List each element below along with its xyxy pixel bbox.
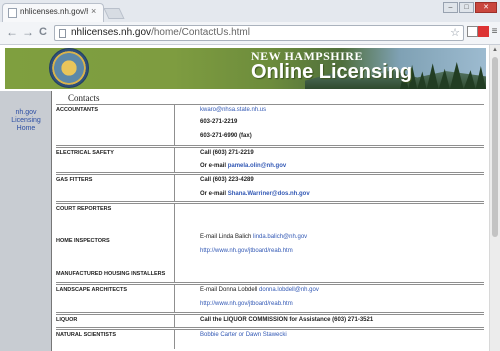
contact-row-gas-fitters: GAS FITTERS Call (603) 223-4289 Or e-mai… [56, 174, 484, 202]
back-button[interactable]: ← [6, 26, 18, 39]
gas-email-line: Or e-mail Shana.Warriner@dos.nh.gov [200, 191, 310, 197]
gas-email-link[interactable]: Shana.Warriner@dos.nh.gov [228, 191, 310, 197]
landscape-email-link[interactable]: donna.lobdell@nh.gov [259, 287, 319, 293]
contact-row-landscape-architects: LANDSCAPE ARCHITECTS E-mail Donna Lobdel… [56, 284, 484, 313]
bookmark-star-icon[interactable]: ☆ [450, 26, 460, 39]
joint-board-url-link[interactable]: http://www.nh.gov/jtboard/reab.htm [200, 248, 293, 254]
page-viewport: NEW HAMPSHIRE Online Licensing nh.gov Li… [0, 45, 489, 351]
electrical-email-link[interactable]: pamela.olin@nh.gov [228, 163, 287, 169]
page-icon [59, 29, 66, 38]
address-bar[interactable]: nhlicenses.nh.gov/home/ContactUs.html ☆ [54, 25, 464, 41]
page-favicon-icon [8, 8, 17, 18]
accountants-email-link[interactable]: kwaro@nhsa.state.nh.us [200, 107, 266, 113]
scrollbar-thumb[interactable] [492, 57, 498, 237]
forward-button[interactable]: → [22, 26, 34, 39]
banner-site-title: Online Licensing [251, 61, 413, 83]
nh-state-seal-logo [49, 48, 89, 88]
licensing-home-link[interactable]: nh.gov Licensing Home [4, 109, 48, 133]
browser-toolbar: ← → C nhlicenses.nh.gov/home/ContactUs.h… [0, 22, 500, 44]
category-label: COURT REPORTERS [56, 206, 112, 212]
site-banner: NEW HAMPSHIRE Online Licensing [5, 48, 486, 89]
electrical-email-line: Or e-mail pamela.olin@nh.gov [200, 163, 286, 169]
column-divider [174, 105, 175, 145]
tab-close-icon[interactable]: × [91, 6, 96, 16]
category-label: ELECTRICAL SAFETY [56, 150, 114, 156]
contact-row-liquor: LIQUOR Call the LIQUOR COMMISSION for As… [56, 314, 484, 328]
natural-scientists-names[interactable]: Bobbie Carter or Dawn Stawecki [200, 332, 287, 338]
column-divider [174, 330, 175, 349]
email-prefix: E-mail Linda Balich [200, 234, 252, 240]
reload-button[interactable]: C [39, 26, 47, 39]
category-label: LANDSCAPE ARCHITECTS [56, 287, 127, 293]
email-prefix: Or e-mail [200, 163, 227, 169]
column-divider [174, 148, 175, 172]
contacts-table: ACCOUNTANTS kwaro@nhsa.state.nh.us 603-2… [56, 104, 484, 350]
category-label: NATURAL SCIENTISTS [56, 332, 116, 338]
electrical-call: Call (603) 271-2219 [200, 150, 254, 156]
url-path: /home/ContactUs.html [151, 27, 250, 38]
window-controls: – □ ✕ [443, 2, 497, 13]
contact-row-joint-board: COURT REPORTERS HOME INSPECTORS MANUFACT… [56, 203, 484, 283]
page-scrollbar[interactable]: ▲ [489, 45, 500, 351]
landscape-email-line: E-mail Donna Lobdell donna.lobdell@nh.go… [200, 287, 319, 293]
column-divider [174, 285, 175, 312]
liquor-info: Call the LIQUOR COMMISSION for Assistanc… [200, 317, 374, 323]
contact-row-natural-scientists: NATURAL SCIENTISTS Bobbie Carter or Dawn… [56, 329, 484, 349]
new-tab-button[interactable] [103, 8, 125, 19]
close-window-button[interactable]: ✕ [475, 2, 497, 13]
contact-row-electrical-safety: ELECTRICAL SAFETY Call (603) 271-2219 Or… [56, 147, 484, 173]
joint-board-email-link[interactable]: linda.balich@nh.gov [253, 234, 307, 240]
pdf-extension-icon[interactable] [478, 26, 489, 37]
accountants-fax: 603-271-6990 (fax) [200, 133, 252, 139]
side-nav: nh.gov Licensing Home [0, 91, 51, 351]
main-content: Contacts ACCOUNTANTS kwaro@nhsa.state.nh… [51, 91, 487, 351]
gas-call: Call (603) 223-4289 [200, 177, 254, 183]
scroll-up-arrow-icon[interactable]: ▲ [492, 47, 498, 53]
category-label: LIQUOR [56, 317, 78, 323]
column-divider [174, 175, 175, 201]
email-prefix: Or e-mail [200, 191, 227, 197]
category-label: MANUFACTURED HOUSING INSTALLERS [56, 271, 166, 277]
accountants-phone: 603-271-2219 [200, 119, 238, 125]
category-label: GAS FITTERS [56, 177, 93, 183]
column-divider [174, 315, 175, 327]
tab-title: nhlicenses.nh.gov/home [20, 7, 88, 16]
page-title: Contacts [68, 93, 100, 103]
address-url[interactable]: nhlicenses.nh.gov/home/ContactUs.html [71, 27, 250, 38]
browser-chrome: nhlicenses.nh.gov/home × – □ ✕ ← → C nhl… [0, 0, 500, 45]
column-divider [174, 204, 175, 282]
category-label: ACCOUNTANTS [56, 107, 99, 113]
joint-board-email-line: E-mail Linda Balich linda.balich@nh.gov [200, 234, 307, 240]
landscape-url-link[interactable]: http://www.nh.gov/jtboard/reab.htm [200, 301, 293, 307]
extension-icon[interactable] [467, 26, 478, 37]
minimize-button[interactable]: – [443, 2, 458, 13]
category-label: HOME INSPECTORS [56, 238, 110, 244]
contact-row-accountants: ACCOUNTANTS kwaro@nhsa.state.nh.us 603-2… [56, 104, 484, 146]
menu-icon[interactable]: ≡ [489, 26, 500, 37]
browser-tab[interactable]: nhlicenses.nh.gov/home × [2, 3, 104, 22]
maximize-button[interactable]: □ [459, 2, 474, 13]
url-host: nhlicenses.nh.gov [71, 27, 152, 38]
email-prefix: E-mail Donna Lobdell [200, 287, 258, 293]
